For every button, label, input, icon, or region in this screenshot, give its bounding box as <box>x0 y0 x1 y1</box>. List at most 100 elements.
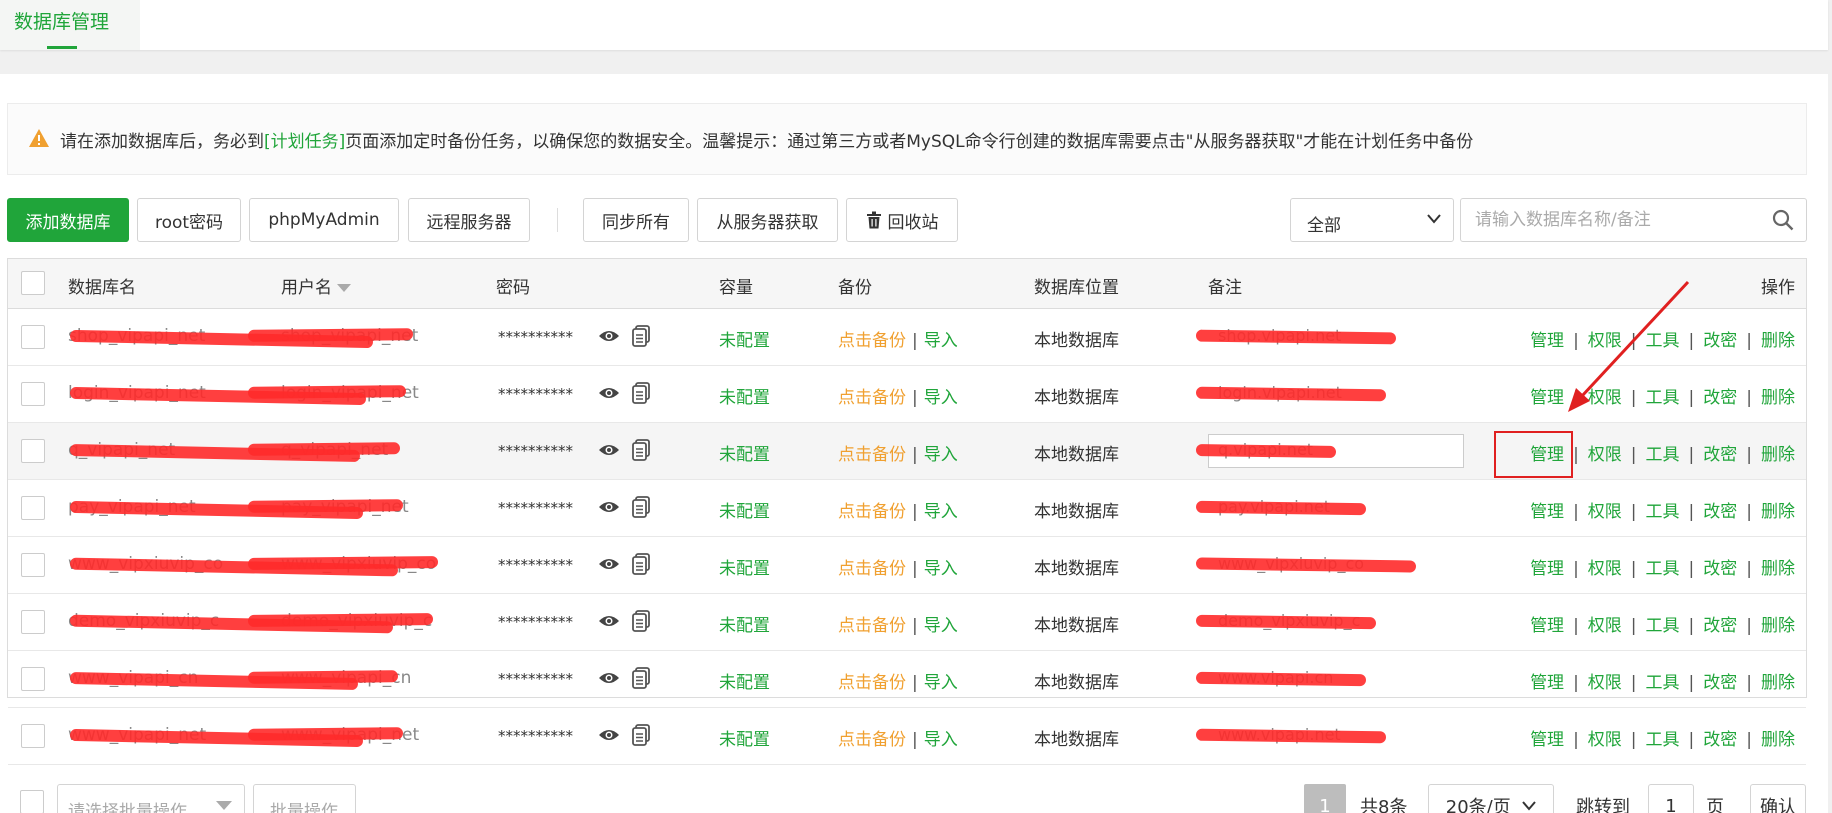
copy-icon[interactable] <box>632 610 650 632</box>
root-password-button[interactable]: root密码 <box>137 198 241 242</box>
manage-link[interactable]: 管理 <box>1530 673 1564 693</box>
search-input[interactable] <box>1475 200 1765 240</box>
change-password-link[interactable]: 改密 <box>1703 331 1737 351</box>
delete-link[interactable]: 删除 <box>1761 331 1795 351</box>
delete-link[interactable]: 删除 <box>1761 616 1795 636</box>
permission-link[interactable]: 权限 <box>1588 730 1622 750</box>
fetch-from-server-button[interactable]: 从服务器获取 <box>697 198 838 242</box>
backup-link[interactable]: 点击备份 <box>838 502 906 522</box>
backup-link[interactable]: 点击备份 <box>838 445 906 465</box>
copy-icon[interactable] <box>632 325 650 347</box>
change-password-link[interactable]: 改密 <box>1703 388 1737 408</box>
import-link[interactable]: 导入 <box>924 445 958 465</box>
copy-icon[interactable] <box>632 553 650 575</box>
capacity-config-link[interactable]: 未配置 <box>719 668 770 693</box>
batch-operation-button[interactable]: 批量操作 <box>253 784 356 813</box>
copy-icon[interactable] <box>632 667 650 689</box>
row-checkbox[interactable] <box>21 610 45 634</box>
capacity-config-link[interactable]: 未配置 <box>719 554 770 579</box>
eye-icon[interactable] <box>598 556 620 572</box>
manage-link[interactable]: 管理 <box>1530 616 1564 636</box>
manage-link[interactable]: 管理 <box>1530 331 1564 351</box>
manage-link[interactable]: 管理 <box>1530 730 1564 750</box>
eye-icon[interactable] <box>598 670 620 686</box>
backup-link[interactable]: 点击备份 <box>838 331 906 351</box>
copy-icon[interactable] <box>632 439 650 461</box>
capacity-config-link[interactable]: 未配置 <box>719 440 770 465</box>
row-checkbox[interactable] <box>21 382 45 406</box>
backup-link[interactable]: 点击备份 <box>838 673 906 693</box>
import-link[interactable]: 导入 <box>924 673 958 693</box>
import-link[interactable]: 导入 <box>924 331 958 351</box>
copy-icon[interactable] <box>632 724 650 746</box>
tools-link[interactable]: 工具 <box>1646 730 1680 750</box>
capacity-config-link[interactable]: 未配置 <box>719 611 770 636</box>
page-current[interactable]: 1 <box>1304 784 1346 813</box>
footer-select-all-checkbox[interactable] <box>20 790 44 813</box>
tools-link[interactable]: 工具 <box>1646 673 1680 693</box>
backup-link[interactable]: 点击备份 <box>838 730 906 750</box>
delete-link[interactable]: 删除 <box>1761 502 1795 522</box>
backup-link[interactable]: 点击备份 <box>838 559 906 579</box>
jump-page-input[interactable]: 1 <box>1648 784 1694 813</box>
tools-link[interactable]: 工具 <box>1646 559 1680 579</box>
capacity-config-link[interactable]: 未配置 <box>719 326 770 351</box>
capacity-config-link[interactable]: 未配置 <box>719 725 770 750</box>
row-checkbox[interactable] <box>21 439 45 463</box>
tools-link[interactable]: 工具 <box>1646 445 1680 465</box>
sync-all-button[interactable]: 同步所有 <box>583 198 689 242</box>
remote-server-button[interactable]: 远程服务器 <box>408 198 530 242</box>
permission-link[interactable]: 权限 <box>1588 445 1622 465</box>
manage-link[interactable]: 管理 <box>1530 559 1564 579</box>
backup-link[interactable]: 点击备份 <box>838 616 906 636</box>
permission-link[interactable]: 权限 <box>1588 559 1622 579</box>
tab-database-management[interactable]: 数据库管理 <box>0 0 140 50</box>
eye-icon[interactable] <box>598 328 620 344</box>
permission-link[interactable]: 权限 <box>1588 331 1622 351</box>
header-name[interactable]: 数据库名 <box>68 273 136 298</box>
search-icon[interactable] <box>1772 209 1794 231</box>
phpmyadmin-button[interactable]: phpMyAdmin <box>249 198 399 242</box>
tools-link[interactable]: 工具 <box>1646 502 1680 522</box>
jump-confirm-button[interactable]: 确认 <box>1750 784 1806 813</box>
tools-link[interactable]: 工具 <box>1646 616 1680 636</box>
manage-link[interactable]: 管理 <box>1530 388 1564 408</box>
add-database-button[interactable]: 添加数据库 <box>7 198 129 242</box>
change-password-link[interactable]: 改密 <box>1703 502 1737 522</box>
delete-link[interactable]: 删除 <box>1761 673 1795 693</box>
delete-link[interactable]: 删除 <box>1761 388 1795 408</box>
import-link[interactable]: 导入 <box>924 502 958 522</box>
import-link[interactable]: 导入 <box>924 730 958 750</box>
row-checkbox[interactable] <box>21 724 45 748</box>
tools-link[interactable]: 工具 <box>1646 331 1680 351</box>
batch-operation-select[interactable]: 请选择批量操作 <box>57 784 245 813</box>
select-all-checkbox[interactable] <box>21 271 45 295</box>
capacity-config-link[interactable]: 未配置 <box>719 497 770 522</box>
eye-icon[interactable] <box>598 727 620 743</box>
permission-link[interactable]: 权限 <box>1588 502 1622 522</box>
row-checkbox[interactable] <box>21 325 45 349</box>
row-checkbox[interactable] <box>21 496 45 520</box>
eye-icon[interactable] <box>598 613 620 629</box>
delete-link[interactable]: 删除 <box>1761 730 1795 750</box>
eye-icon[interactable] <box>598 499 620 515</box>
recycle-bin-button[interactable]: 回收站 <box>846 198 958 242</box>
backup-link[interactable]: 点击备份 <box>838 388 906 408</box>
page-size-select[interactable]: 20条/页 <box>1428 784 1554 813</box>
permission-link[interactable]: 权限 <box>1588 616 1622 636</box>
copy-icon[interactable] <box>632 496 650 518</box>
change-password-link[interactable]: 改密 <box>1703 673 1737 693</box>
row-checkbox[interactable] <box>21 553 45 577</box>
eye-icon[interactable] <box>598 385 620 401</box>
change-password-link[interactable]: 改密 <box>1703 559 1737 579</box>
import-link[interactable]: 导入 <box>924 559 958 579</box>
change-password-link[interactable]: 改密 <box>1703 616 1737 636</box>
delete-link[interactable]: 删除 <box>1761 445 1795 465</box>
change-password-link[interactable]: 改密 <box>1703 730 1737 750</box>
schedule-task-link[interactable]: [计划任务] <box>264 127 345 152</box>
eye-icon[interactable] <box>598 442 620 458</box>
delete-link[interactable]: 删除 <box>1761 559 1795 579</box>
permission-link[interactable]: 权限 <box>1588 673 1622 693</box>
import-link[interactable]: 导入 <box>924 388 958 408</box>
change-password-link[interactable]: 改密 <box>1703 445 1737 465</box>
